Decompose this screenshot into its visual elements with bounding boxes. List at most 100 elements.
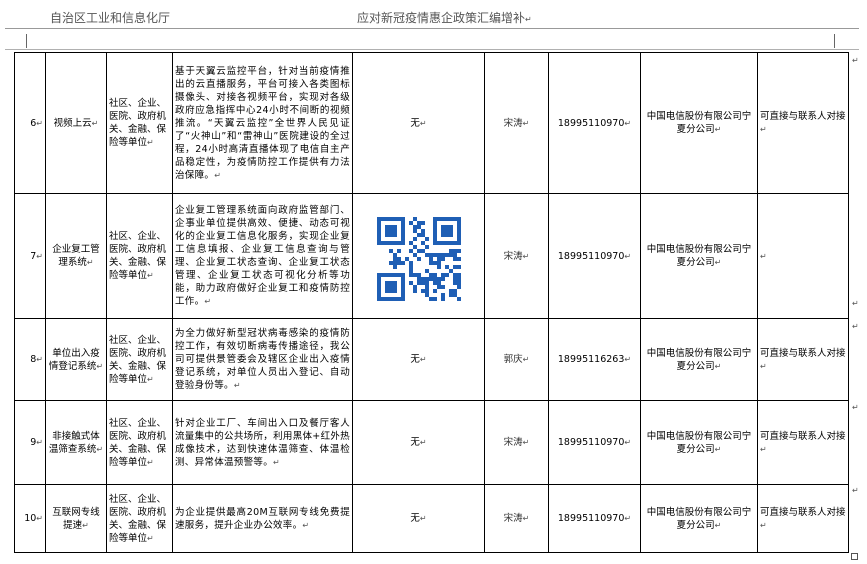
product-name: 视频上云↵ (45, 52, 107, 194)
paragraph-mark: ↵ (852, 299, 859, 308)
qr-cell-text: 无 (410, 354, 420, 365)
product-name: 互联网专线提速↵ (45, 484, 107, 553)
product-description: 企业复工管理系统面向政府监管部门、企事业单位提供高效、便捷、动态可视化的企业复工… (172, 193, 353, 319)
product-description: 为全力做好新型冠状病毒感染的疫情防控工作，有效切断病毒传播途径，我公司可提供景管… (172, 318, 353, 401)
product-name: 单位出入疫情登记系统↵ (45, 318, 107, 401)
paragraph-mark: ↵ (760, 520, 767, 530)
paragraph-mark: ↵ (760, 251, 767, 261)
contact-person-text: 宋涛 (503, 250, 523, 262)
company-name-text: 中国电信股份有限公司宁夏分公司 (646, 347, 752, 372)
paragraph-mark: ↵ (624, 514, 632, 523)
paragraph-mark: ↵ (714, 444, 722, 454)
target-users-text: 社区、企业、医院、政府机关、金融、保险等单位 (109, 493, 167, 544)
paragraph-mark: ↵ (82, 520, 89, 530)
paragraph-mark: ↵ (147, 457, 154, 467)
paragraph-mark: ↵ (852, 486, 859, 495)
table-row: 6↵ 视频上云↵ 社区、企业、医院、政府机关、金融、保险等单位↵ 基于天翼云监控平台，… (14, 52, 849, 194)
paragraph-mark: ↵ (624, 118, 632, 128)
contact-note-text: 可直接与联系人对接 (760, 506, 846, 518)
contact-phone-text: 18995110970 (557, 117, 625, 129)
row-number: 7↵ (14, 193, 46, 319)
paragraph-mark: ↵ (204, 297, 212, 306)
product-name-text: 视频上云 (53, 117, 92, 129)
contact-note: 可直接与联系人对接 ↵ (757, 400, 849, 485)
paragraph-mark: ↵ (714, 258, 722, 267)
company-name-text: 中国电信股份有限公司宁夏分公司 (646, 506, 752, 531)
contact-note-text: 可直接与联系人对接 (760, 111, 846, 122)
paragraph-mark: ↵ (36, 118, 43, 128)
target-users-text: 社区、企业、医院、政府机关、金融、保险等单位 (109, 417, 167, 468)
contact-phone-text: 18995110970 (557, 437, 625, 448)
paragraph-mark: ↵ (147, 374, 154, 384)
target-users: 社区、企业、医院、政府机关、金融、保险等单位↵ (106, 193, 173, 319)
paragraph-mark: ↵ (714, 361, 722, 371)
company-name-text: 中国电信股份有限公司宁夏分公司 (646, 244, 752, 268)
product-description-text: 基于天翼云监控平台，针对当前疫情推出的云直播服务，平台可接入各类图标摄像头、对接… (175, 65, 350, 181)
contact-phone: 18995116263↵ (548, 318, 641, 401)
margin-corner-mark (834, 34, 835, 48)
target-users: 社区、企业、医院、政府机关、金融、保险等单位↵ (106, 52, 173, 194)
paragraph-mark: ↵ (147, 271, 154, 280)
product-description: 针对企业工厂、车间出入口及餐厅客人流量集中的公共场所，利用黑体+红外热成像技术，… (172, 400, 353, 485)
company-name: 中国电信股份有限公司宁夏分公司↵ (640, 52, 758, 194)
contact-person: 宋涛↵ (484, 400, 549, 485)
paragraph-mark: ↵ (522, 118, 530, 128)
paragraph-mark: ↵ (760, 361, 767, 371)
target-users-text: 社区、企业、医院、政府机关、金融、保险等单位 (109, 334, 167, 385)
table-row: 7↵ 企业复工管理系统↵ 社区、企业、医院、政府机关、金融、保险等单位↵ 企业复工管理… (14, 193, 849, 319)
contact-person-text: 宋涛 (503, 117, 523, 129)
contact-person: 宋涛↵ (484, 484, 549, 553)
contact-phone: 18995110970↵ (548, 400, 641, 485)
target-users: 社区、企业、医院、政府机关、金融、保险等单位↵ (106, 400, 173, 485)
contact-person-text: 宋涛 (503, 513, 523, 524)
contact-note-text: 可直接与联系人对接 (760, 347, 846, 359)
paragraph-mark: ↵ (96, 444, 104, 454)
qr-cell-text: 无 (410, 117, 420, 129)
row-number: 9↵ (14, 400, 46, 485)
table-row: 8↵ 单位出入疫情登记系统↵ 社区、企业、医院、政府机关、金融、保险等单位↵ 为全力做… (14, 318, 849, 401)
contact-person: 宋涛↵ (484, 193, 549, 319)
company-name: 中国电信股份有限公司宁夏分公司↵ (640, 318, 758, 401)
paragraph-mark: ↵ (147, 533, 154, 543)
paragraph-mark: ↵ (714, 125, 722, 134)
paragraph-mark: ↵ (522, 514, 530, 523)
qr-cell: 无↵ (352, 400, 485, 485)
contact-phone: 18995110970↵ (548, 484, 641, 553)
qr-cell (352, 193, 485, 319)
paragraph-mark: ↵ (147, 138, 154, 147)
margin-guide-line (5, 49, 859, 50)
paragraph-mark: ↵ (419, 438, 427, 447)
product-name-text: 非接触式体温筛查系统 (48, 430, 100, 455)
paragraph-mark: ↵ (36, 355, 43, 364)
contact-phone-text: 18995110970 (557, 513, 625, 524)
header-rule (5, 28, 859, 29)
paragraph-mark: ↵ (714, 520, 722, 530)
target-users-text: 社区、企业、医院、政府机关、金融、保险等单位 (109, 98, 167, 148)
product-name: 企业复工管理系统↵ (45, 193, 107, 319)
row-number: 10↵ (14, 484, 46, 553)
row-number: 6↵ (14, 52, 46, 194)
paragraph-mark: ↵ (522, 438, 530, 447)
paragraph-mark: ↵ (760, 125, 767, 134)
target-users: 社区、企业、医院、政府机关、金融、保险等单位↵ (106, 484, 173, 553)
company-name: 中国电信股份有限公司宁夏分公司↵ (640, 400, 758, 485)
paragraph-mark: ↵ (36, 251, 43, 261)
contact-person: 郭庆↵ (484, 318, 549, 401)
qr-cell-text: 无 (410, 437, 420, 448)
contact-phone-text: 18995116263 (557, 354, 625, 365)
paragraph-mark: ↵ (624, 251, 632, 261)
product-description: 基于天翼云监控平台，针对当前疫情推出的云直播服务，平台可接入各类图标摄像头、对接… (172, 52, 353, 194)
target-users: 社区、企业、医院、政府机关、金融、保险等单位↵ (106, 318, 173, 401)
contact-person: 宋涛↵ (484, 52, 549, 194)
contact-phone: 18995110970↵ (548, 193, 641, 319)
paragraph-mark: ↵ (86, 258, 94, 267)
paragraph-mark: ↵ (96, 361, 104, 371)
paragraph-mark: ↵ (36, 514, 43, 523)
paragraph-mark: ↵ (624, 438, 632, 447)
contact-note: 可直接与联系人对接 ↵ (757, 52, 849, 194)
row-number: 8↵ (14, 318, 46, 401)
paragraph-mark: ↵ (214, 170, 222, 180)
product-name-text: 单位出入疫情登记系统 (48, 347, 100, 372)
qr-code-image (376, 217, 461, 301)
row-number-text: 10 (24, 513, 37, 524)
